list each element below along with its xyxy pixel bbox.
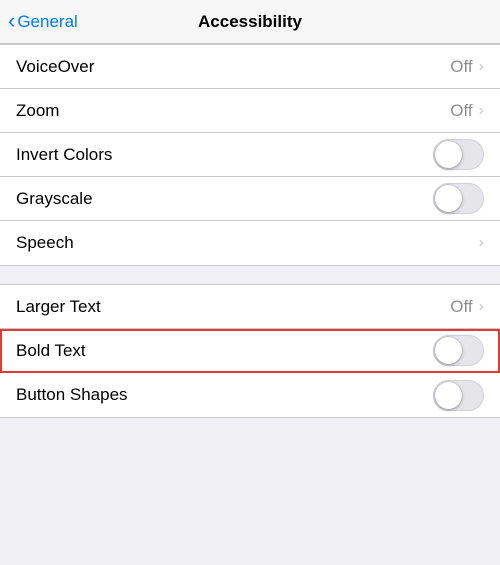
bold-text-toggle[interactable] <box>433 335 484 366</box>
bold-text-label: Bold Text <box>16 341 86 361</box>
section-spacer <box>0 266 500 284</box>
grayscale-toggle-thumb <box>435 185 462 212</box>
larger-text-value: Off <box>450 297 472 317</box>
section-1: VoiceOver Off › Zoom Off › Invert Colors… <box>0 44 500 266</box>
zoom-right: Off › <box>450 101 484 121</box>
button-shapes-label: Button Shapes <box>16 385 128 405</box>
grayscale-toggle[interactable] <box>433 183 484 214</box>
bold-text-row[interactable]: Bold Text <box>0 329 500 373</box>
larger-text-row[interactable]: Larger Text Off › <box>0 285 500 329</box>
speech-right: › <box>479 234 484 252</box>
zoom-value: Off <box>450 101 472 121</box>
navigation-bar: ‹ General Accessibility <box>0 0 500 44</box>
invert-colors-row[interactable]: Invert Colors <box>0 133 500 177</box>
invert-colors-toggle-thumb <box>435 141 462 168</box>
grayscale-label: Grayscale <box>16 189 93 209</box>
voiceover-chevron-icon: › <box>479 58 484 76</box>
button-shapes-row[interactable]: Button Shapes <box>0 373 500 417</box>
back-button[interactable]: ‹ General <box>8 9 78 34</box>
speech-row[interactable]: Speech › <box>0 221 500 265</box>
button-shapes-toggle[interactable] <box>433 380 484 411</box>
invert-colors-label: Invert Colors <box>16 145 112 165</box>
section-2: Larger Text Off › Bold Text Button Shape… <box>0 284 500 418</box>
larger-text-label: Larger Text <box>16 297 101 317</box>
bold-text-toggle-thumb <box>435 337 462 364</box>
back-chevron-icon: ‹ <box>8 8 15 34</box>
larger-text-right: Off › <box>450 297 484 317</box>
zoom-label: Zoom <box>16 101 59 121</box>
button-shapes-toggle-thumb <box>435 382 462 409</box>
voiceover-value: Off <box>450 57 472 77</box>
speech-label: Speech <box>16 233 74 253</box>
grayscale-row[interactable]: Grayscale <box>0 177 500 221</box>
voiceover-row[interactable]: VoiceOver Off › <box>0 45 500 89</box>
back-label: General <box>17 12 77 32</box>
voiceover-label: VoiceOver <box>16 57 94 77</box>
speech-chevron-icon: › <box>479 234 484 252</box>
zoom-row[interactable]: Zoom Off › <box>0 89 500 133</box>
voiceover-right: Off › <box>450 57 484 77</box>
larger-text-chevron-icon: › <box>479 298 484 316</box>
page-title: Accessibility <box>198 12 302 32</box>
invert-colors-toggle[interactable] <box>433 139 484 170</box>
zoom-chevron-icon: › <box>479 102 484 120</box>
